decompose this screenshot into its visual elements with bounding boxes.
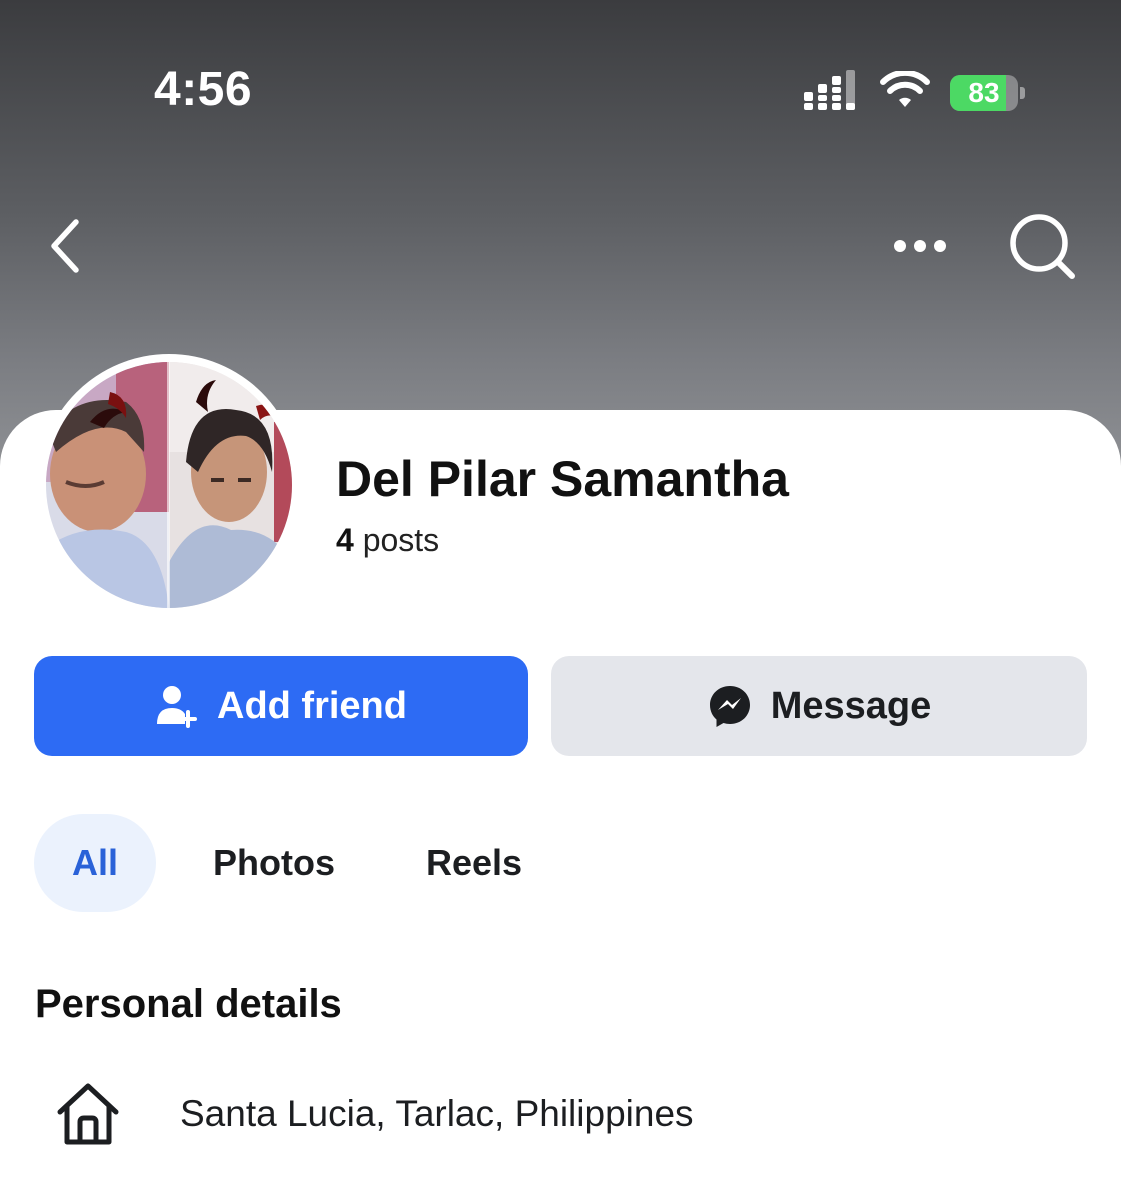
chevron-left-icon [51,219,79,273]
add-friend-label: Add friend [217,684,407,727]
avatar-photo [46,362,292,608]
cellular-signal-icon [804,70,860,115]
tab-photos-label: Photos [213,842,335,883]
tab-all-label: All [71,842,118,883]
tab-all[interactable]: All [34,814,156,912]
status-icons: 83 [804,69,1025,115]
message-label: Message [770,684,932,727]
profile-avatar[interactable] [38,354,300,616]
more-options-button[interactable] [886,226,956,266]
personal-details-heading: Personal details [35,982,342,1026]
tab-photos[interactable]: Photos [196,814,352,912]
posts-number: 4 [336,522,354,558]
back-button[interactable] [42,214,102,278]
profile-name: Del Pilar Samantha [336,451,789,507]
messenger-icon [709,686,750,727]
tab-reels-label: Reels [425,842,523,883]
add-person-icon [157,686,197,728]
posts-count: 4 posts [336,522,439,559]
profile-screen: 4:56 83 Del Pilar Samantha 4 posts Add f… [0,0,1121,1200]
detail-item-location: Santa Lucia, Tarlac, Philippines [52,1076,694,1152]
add-friend-button[interactable]: Add friend [34,656,528,756]
message-button[interactable]: Message [551,656,1087,756]
search-button[interactable] [1006,210,1078,282]
more-horizontal-icon [894,240,946,252]
detail-location-text: Santa Lucia, Tarlac, Philippines [180,1093,694,1134]
battery-indicator: 83 [950,74,1025,111]
search-icon [1010,214,1075,279]
tab-reels[interactable]: Reels [410,814,538,912]
wifi-icon [880,69,930,114]
battery-percent: 83 [968,76,1000,108]
home-icon [57,1083,119,1145]
posts-label: posts [353,522,440,558]
status-time: 4:56 [154,63,253,116]
